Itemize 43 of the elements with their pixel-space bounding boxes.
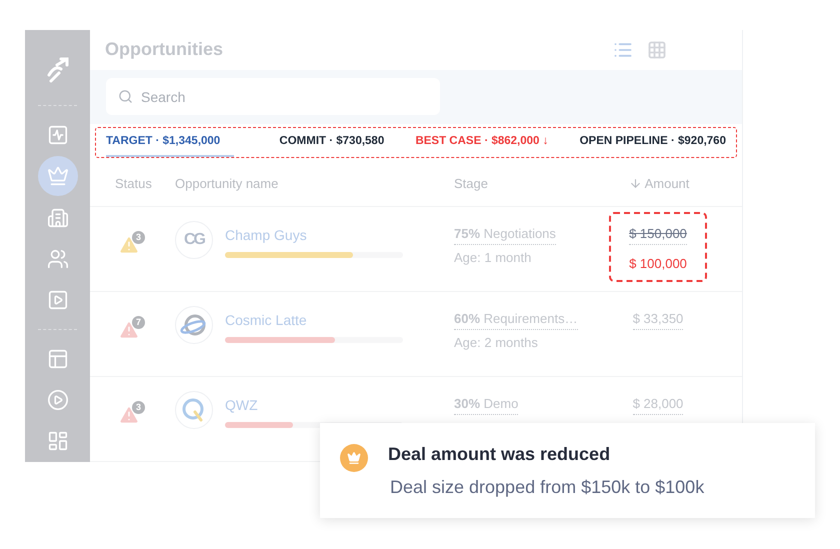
crown-icon: [46, 165, 68, 188]
search-icon: [118, 89, 133, 104]
logo-icon[interactable]: [44, 54, 70, 85]
opportunity-name[interactable]: Cosmic Latte: [225, 310, 403, 331]
play-circle-icon: [46, 388, 68, 411]
toast-message: Deal size dropped from $150k to $100k: [389, 476, 704, 499]
column-header[interactable]: Opportunity name: [175, 174, 454, 194]
toast-title: Deal amount was reduced: [388, 443, 612, 466]
sidebar-item[interactable]: [38, 156, 78, 196]
stage-text: 75% Negotiations: [454, 224, 556, 244]
opportunity-name[interactable]: QWZ: [225, 395, 403, 416]
column-header[interactable]: Stage: [454, 174, 594, 194]
metric-tab[interactable]: COMMIT · $730,580: [279, 128, 384, 158]
metric-tab[interactable]: OPEN PIPELINE · $920,760: [580, 128, 726, 158]
building-icon: [46, 206, 68, 229]
sort-arrow-icon: [628, 177, 642, 190]
people-icon: [46, 248, 68, 270]
grid-icon: [46, 430, 68, 452]
column-header[interactable]: Status: [115, 174, 175, 194]
crown-badge-icon: [340, 444, 368, 472]
metric-tab[interactable]: BEST CASE · $862,000 ↓: [415, 128, 548, 158]
metric-tab[interactable]: TARGET · $1,345,000: [106, 128, 234, 158]
stage-text: 30% Demo: [454, 394, 518, 414]
age-text: Age: 1 month: [454, 248, 532, 267]
opportunity-name[interactable]: Champ Guys: [225, 225, 403, 246]
planet-logo-icon: [180, 312, 208, 338]
layout-icon: [46, 348, 68, 370]
search-field[interactable]: Search: [106, 78, 440, 116]
grid-view-button[interactable]: [647, 40, 667, 60]
amount-text: $ 150,000: [629, 224, 687, 244]
amount-text: $ 28,000: [632, 394, 684, 414]
page-title: Opportunities: [105, 38, 223, 62]
activity-icon: [46, 124, 68, 146]
alert-count-badge: 3: [132, 231, 145, 244]
column-header[interactable]: Amount: [628, 174, 690, 194]
new-amount-text: $ 100,000: [629, 254, 687, 272]
alert-count-badge: 7: [132, 316, 145, 329]
amount-text: $ 33,350: [632, 309, 684, 330]
play-icon: [46, 289, 68, 312]
alert-count-badge: 3: [132, 401, 145, 414]
stage-text: 60% Requirements…: [454, 309, 578, 330]
company-logo: CG: [175, 221, 213, 259]
age-text: Age: 2 months: [454, 334, 539, 352]
